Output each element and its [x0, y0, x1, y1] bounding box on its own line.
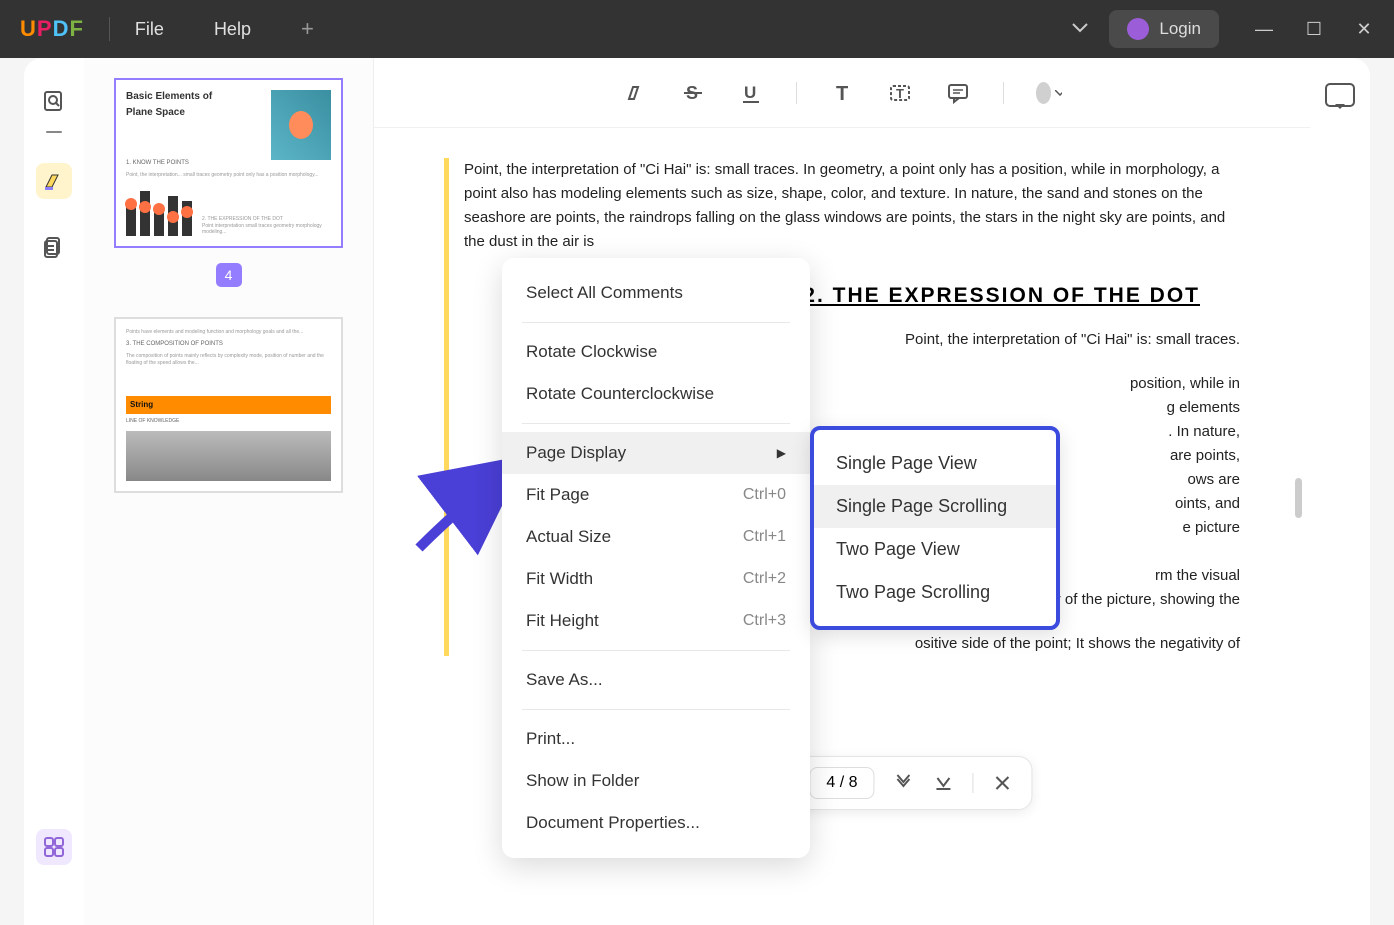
titlebar-dropdown-icon[interactable] [1066, 14, 1094, 44]
bb-divider-2 [973, 773, 974, 793]
scrollbar-thumb[interactable] [1295, 478, 1302, 518]
login-button[interactable]: Login [1109, 10, 1219, 48]
titlebar-divider [109, 17, 110, 41]
ctx-show-in-folder[interactable]: Show in Folder [502, 760, 810, 802]
ctx-divider [522, 322, 790, 323]
sub-single-page-view[interactable]: Single Page View [814, 442, 1056, 485]
ctx-rotate-clockwise[interactable]: Rotate Clockwise [502, 331, 810, 373]
titlebar: UPDF File Help + Login — ☐ ✕ [0, 0, 1394, 58]
sub-single-page-scrolling[interactable]: Single Page Scrolling [814, 485, 1056, 528]
page-display-submenu: Single Page View Single Page Scrolling T… [810, 426, 1060, 630]
color-dot [1036, 82, 1051, 104]
text-icon[interactable]: T [829, 80, 855, 106]
thumbnail-page-5[interactable]: Points have elements and modeling functi… [114, 317, 343, 493]
ctx-print[interactable]: Print... [502, 718, 810, 760]
new-tab-button[interactable]: + [301, 16, 314, 42]
thumb5-heading: String [126, 396, 331, 414]
ctx-actual-size[interactable]: Actual SizeCtrl+1 [502, 516, 810, 558]
shortcut-label: Ctrl+1 [743, 528, 786, 546]
left-rail [24, 58, 84, 925]
logo-f: F [69, 16, 83, 41]
ctx-divider [522, 650, 790, 651]
sub-two-page-scrolling[interactable]: Two Page Scrolling [814, 571, 1056, 614]
ctx-rotate-counterclockwise[interactable]: Rotate Counterclockwise [502, 373, 810, 415]
app-body: Basic Elements of Plane Space 1. KNOW TH… [24, 58, 1370, 925]
strikethrough-icon[interactable]: S [680, 80, 706, 106]
thumb5-photo [126, 431, 331, 481]
svg-text:T: T [836, 83, 848, 104]
right-rail [1310, 58, 1370, 925]
last-page-icon[interactable] [933, 772, 955, 794]
ctx-page-display[interactable]: Page Display▶ [502, 432, 810, 474]
shortcut-label: Ctrl+0 [743, 486, 786, 504]
avatar-icon [1127, 18, 1149, 40]
grid-tool-icon[interactable] [36, 829, 72, 865]
ctx-fit-page[interactable]: Fit PageCtrl+0 [502, 474, 810, 516]
textbox-icon[interactable]: T [887, 80, 913, 106]
close-button[interactable]: ✕ [1354, 19, 1374, 40]
shortcut-label: Ctrl+3 [743, 612, 786, 630]
login-label: Login [1159, 19, 1201, 39]
page-number-badge: 4 [216, 263, 242, 287]
highlighter-icon[interactable] [622, 80, 648, 106]
ctx-save-as[interactable]: Save As... [502, 659, 810, 701]
rail-separator [46, 131, 62, 133]
thumb-image-icon [271, 90, 331, 160]
page-indicator[interactable]: 4 / 8 [809, 767, 874, 799]
app-logo: UPDF [20, 16, 84, 42]
rail-bottom [36, 829, 72, 865]
underline-icon[interactable]: U [738, 80, 764, 106]
svg-text:T: T [896, 86, 904, 101]
shortcut-label: Ctrl+2 [743, 570, 786, 588]
menu-file[interactable]: File [135, 19, 164, 40]
mail-icon[interactable] [1325, 83, 1355, 107]
thumbnail-page-4[interactable]: Basic Elements of Plane Space 1. KNOW TH… [114, 78, 343, 248]
close-bar-icon[interactable] [992, 772, 1014, 794]
ctx-fit-width[interactable]: Fit WidthCtrl+2 [502, 558, 810, 600]
context-menu: Select All Comments Rotate Clockwise Rot… [502, 258, 810, 858]
next-page-icon[interactable] [893, 772, 915, 794]
search-tool-icon[interactable] [36, 83, 72, 119]
thumbnail-panel[interactable]: Basic Elements of Plane Space 1. KNOW TH… [84, 58, 374, 925]
ctx-divider [522, 423, 790, 424]
maximize-button[interactable]: ☐ [1304, 19, 1324, 40]
minimize-button[interactable]: — [1254, 19, 1274, 40]
svg-text:U: U [744, 83, 756, 102]
logo-d: D [53, 16, 70, 41]
toolbar-divider-2 [1003, 82, 1004, 104]
menu-help[interactable]: Help [214, 19, 251, 40]
logo-p: P [37, 16, 53, 41]
color-picker-icon[interactable] [1036, 80, 1062, 106]
ctx-divider [522, 709, 790, 710]
doc-paragraph-1: Point, the interpretation of "Ci Hai" is… [464, 158, 1240, 254]
window-controls: — ☐ ✕ [1254, 19, 1374, 40]
toolbar-divider [796, 82, 797, 104]
annotation-toolbar: S U T T [374, 58, 1310, 128]
ctx-fit-height[interactable]: Fit HeightCtrl+3 [502, 600, 810, 642]
thumb-chart: 2. THE EXPRESSION OF THE DOTPoint interp… [126, 186, 331, 236]
ctx-select-all-comments[interactable]: Select All Comments [502, 272, 810, 314]
chevron-right-icon: ▶ [777, 446, 786, 460]
highlighter-tool-icon[interactable] [36, 163, 72, 199]
sub-two-page-view[interactable]: Two Page View [814, 528, 1056, 571]
ctx-document-properties[interactable]: Document Properties... [502, 802, 810, 844]
logo-u: U [20, 16, 37, 41]
document-tool-icon[interactable] [36, 229, 72, 265]
comment-icon[interactable] [945, 80, 971, 106]
